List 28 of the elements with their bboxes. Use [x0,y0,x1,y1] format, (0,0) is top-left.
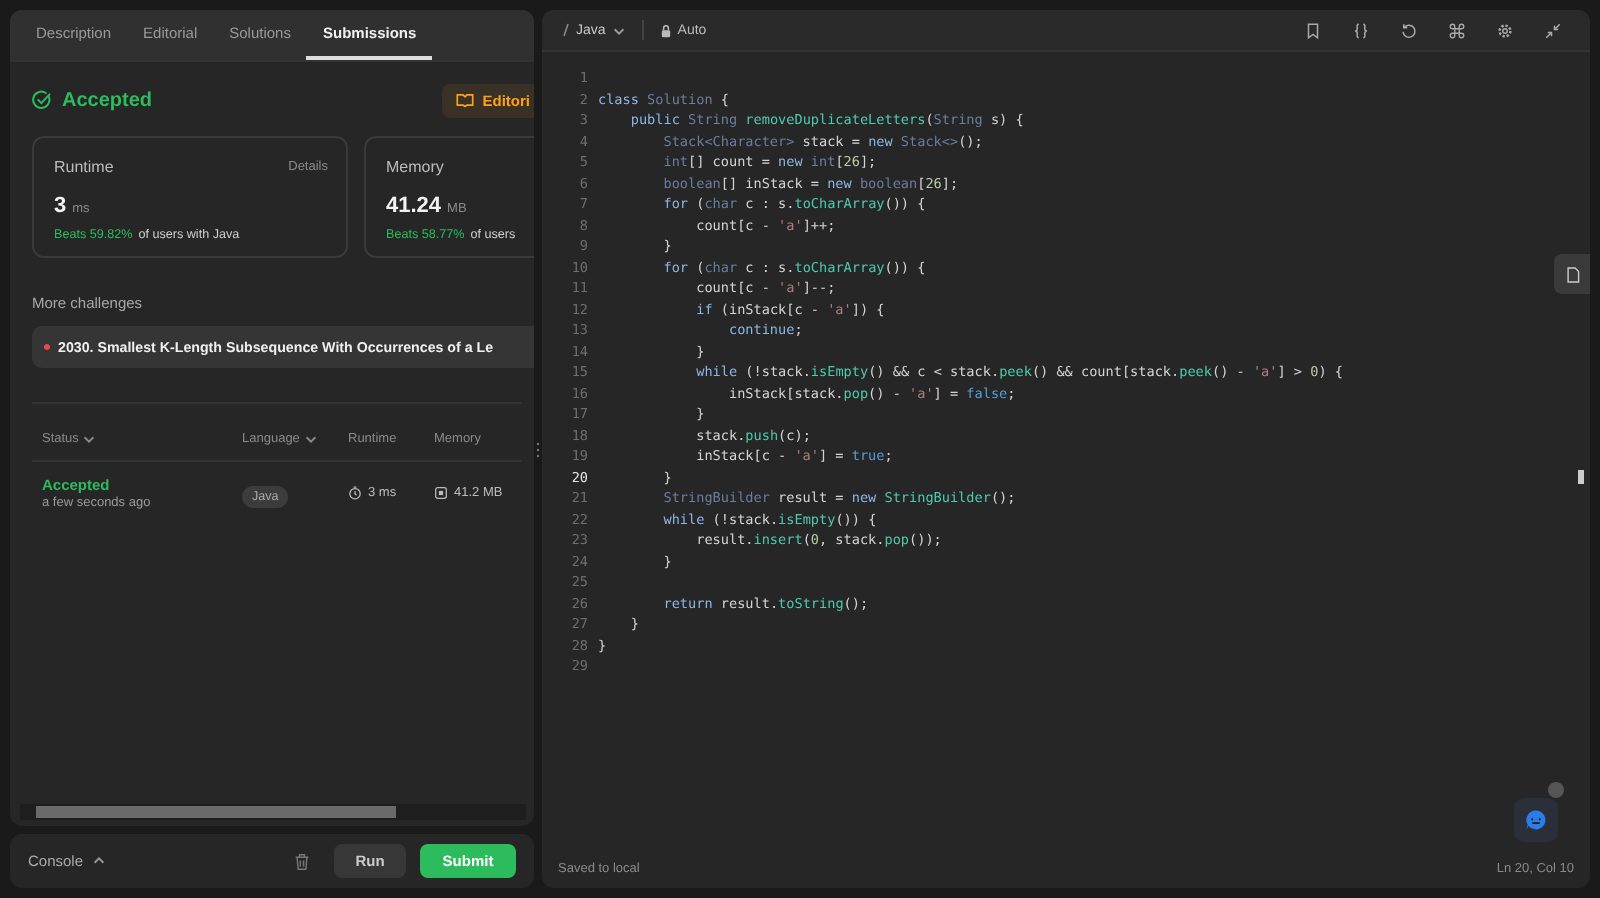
chip-icon [434,485,448,499]
file-icon [1565,265,1579,283]
command-icon[interactable] [1448,21,1466,39]
trash-icon[interactable] [294,851,310,871]
memory-value: 41.24 [386,194,442,218]
braces-icon[interactable] [1352,21,1370,39]
book-icon [456,92,475,108]
chevron-down-icon[interactable] [82,431,97,445]
reset-icon[interactable] [1400,21,1418,39]
bookmark-icon[interactable] [1304,21,1322,39]
result-status: Accepted [62,89,153,111]
horizontal-scrollbar[interactable] [20,804,526,820]
slash-icon [562,22,570,38]
clock-icon [348,485,362,499]
scroll-marker [1578,470,1584,484]
runtime-value: 3 [54,194,67,218]
check-circle-icon [32,90,52,110]
collapse-icon[interactable] [1544,21,1562,39]
card-title: Runtime [54,158,114,176]
chat-icon [1524,808,1548,832]
file-tab[interactable] [1554,254,1590,294]
feedback-button[interactable] [1514,798,1558,842]
chevron-down-icon [611,23,626,37]
lock-icon [659,23,672,37]
card-title: Memory [386,158,444,176]
settings-icon[interactable] [1496,21,1514,39]
chevron-down-icon[interactable] [303,431,318,445]
chevron-up-icon [91,854,106,868]
